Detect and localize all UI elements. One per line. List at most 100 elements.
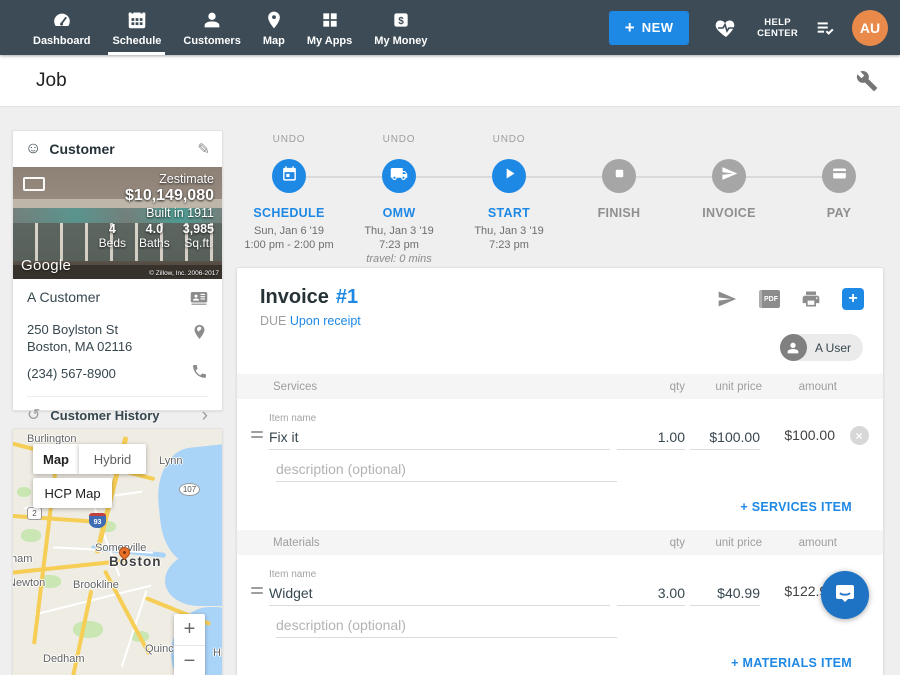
service-description-input[interactable] <box>276 456 617 482</box>
step-label: FINISH <box>564 206 674 220</box>
omw-step-button[interactable] <box>382 159 416 193</box>
material-unit-price-input[interactable] <box>690 580 760 606</box>
customers-icon <box>201 8 223 32</box>
zoom-in-button[interactable]: + <box>174 614 205 645</box>
invoice-card: Invoice #1 DUE Upon receipt PDF + A User <box>236 267 884 675</box>
property-photo: Zestimate $10,149,080 Built in 1911 4 Be… <box>13 167 222 279</box>
stat-label: Beds <box>99 236 126 250</box>
property-stats: 4 Beds 4.0 Baths 3,985 Sq.ft. <box>99 222 214 250</box>
material-description-input[interactable] <box>276 612 617 638</box>
timeline-step-invoice: INVOICE <box>674 134 784 266</box>
undo-start-link[interactable]: UNDO <box>454 134 564 150</box>
map-type-hybrid-button[interactable]: Hybrid <box>79 444 146 474</box>
timeline-step-pay: PAY <box>784 134 894 266</box>
map-label-waltham-clipped: ham <box>12 553 32 565</box>
heart-pulse-icon[interactable] <box>713 16 739 40</box>
schedule-step-button[interactable] <box>272 159 306 193</box>
zestimate-overlay: Zestimate $10,149,080 Built in 1911 4 Be… <box>99 172 214 250</box>
unit-price-column-header: unit price <box>692 537 762 549</box>
chat-messenger-button[interactable] <box>821 571 869 619</box>
map-zoom-controls: + − <box>174 614 205 675</box>
stat-value: 4.0 <box>139 222 170 236</box>
pay-step-button[interactable] <box>822 159 856 193</box>
due-terms-link[interactable]: Upon receipt <box>290 314 361 328</box>
route-107-shield: 107 <box>179 483 200 496</box>
dashboard-icon <box>50 8 74 32</box>
contact-card-icon <box>190 289 208 312</box>
stat-label: Sq.ft. <box>183 236 214 250</box>
assignee-chip[interactable]: A User <box>780 334 863 361</box>
built-year: Built in 1911 <box>99 206 214 220</box>
print-icon[interactable] <box>801 289 821 309</box>
add-materials-item-link[interactable]: + MATERIALS ITEM <box>731 656 852 670</box>
materials-title: Materials <box>237 537 617 549</box>
top-navigation: Dashboard Schedule Customers Map My Apps <box>0 0 900 55</box>
material-item-name-input[interactable] <box>269 580 610 606</box>
drag-handle[interactable] <box>251 431 269 450</box>
user-avatar[interactable]: AU <box>852 10 888 46</box>
timeline-step-omw: UNDO OMW Thu, Jan 3 '19 7:23 pm travel: … <box>344 134 454 266</box>
map-type-map-button[interactable]: Map <box>33 444 79 474</box>
spacer <box>784 134 894 150</box>
step-time: 7:23 pm <box>454 238 564 252</box>
nav-item-map[interactable]: Map <box>252 0 296 55</box>
map-label-boston: Boston <box>109 554 162 569</box>
finish-step-button[interactable] <box>602 159 636 193</box>
location-pin-icon[interactable] <box>191 321 208 345</box>
customer-address-row: 250 Boylston St Boston, MA 02116 <box>27 312 208 355</box>
step-label: INVOICE <box>674 206 784 220</box>
service-item-name-input[interactable] <box>269 424 610 450</box>
services-title: Services <box>237 381 617 393</box>
nav-item-my-apps[interactable]: My Apps <box>296 0 363 55</box>
nav-item-my-money[interactable]: $ My Money <box>363 0 438 55</box>
invoice-due-row: DUE Upon receipt <box>260 314 361 328</box>
money-icon: $ <box>391 8 411 32</box>
customer-address: 250 Boylston St Boston, MA 02116 <box>27 321 132 355</box>
hcp-map-button[interactable]: HCP Map <box>33 478 112 508</box>
task-list-check-icon[interactable] <box>812 17 838 39</box>
add-invoice-button[interactable]: + <box>842 288 864 310</box>
stop-icon <box>612 166 627 186</box>
remove-item-button[interactable]: × <box>850 426 869 445</box>
timeline-step-schedule: UNDO SCHEDULE Sun, Jan 6 '19 1:00 pm - 2… <box>234 134 344 266</box>
google-watermark: Google <box>21 257 71 274</box>
start-step-button[interactable] <box>492 159 526 193</box>
nav-item-customers[interactable]: Customers <box>172 0 251 55</box>
pdf-icon[interactable]: PDF <box>759 290 780 308</box>
map-label-lynn: Lynn <box>159 455 182 467</box>
material-item-row: Item name $122.97 <box>237 555 883 606</box>
undo-omw-link[interactable]: UNDO <box>344 134 454 150</box>
customer-name: A Customer <box>27 289 100 305</box>
send-invoice-icon[interactable] <box>716 289 738 309</box>
help-center-line2: CENTER <box>757 28 798 39</box>
zoom-out-button[interactable]: − <box>174 646 205 675</box>
invoice-step-button[interactable] <box>712 159 746 193</box>
step-travel-time: travel: 0 mins <box>344 252 454 266</box>
messenger-icon <box>833 581 857 610</box>
invoice-number[interactable]: #1 <box>336 286 358 309</box>
street-view-frame-icon <box>23 177 45 191</box>
service-qty-input[interactable] <box>617 424 685 450</box>
undo-schedule-link[interactable]: UNDO <box>234 134 344 150</box>
help-center-link[interactable]: HELP CENTER <box>757 17 798 39</box>
drag-handle[interactable] <box>251 587 269 606</box>
nav-label: Map <box>263 35 285 47</box>
stat-sqft: 3,985 Sq.ft. <box>183 222 214 250</box>
add-services-item-link[interactable]: + SERVICES ITEM <box>740 500 852 514</box>
nav-label: My Apps <box>307 35 352 47</box>
customer-name-row: A Customer <box>27 289 208 312</box>
service-unit-price-input[interactable] <box>690 424 760 450</box>
interstate-93-shield: 93 <box>89 513 106 528</box>
address-line2: Boston, MA 02116 <box>27 339 132 354</box>
svg-text:$: $ <box>398 16 404 27</box>
step-date: Sun, Jan 6 '19 <box>234 224 344 238</box>
nav-item-dashboard[interactable]: Dashboard <box>22 0 101 55</box>
phone-icon[interactable] <box>191 363 208 385</box>
credit-card-icon <box>831 165 848 187</box>
material-qty-input[interactable] <box>617 580 685 606</box>
job-settings-wrench-icon[interactable] <box>856 70 878 92</box>
nav-item-schedule[interactable]: Schedule <box>101 0 172 55</box>
new-button[interactable]: + NEW <box>609 11 689 45</box>
edit-pencil-icon[interactable]: ✎ <box>197 140 210 158</box>
step-detail: Sun, Jan 6 '19 1:00 pm - 2:00 pm <box>234 224 344 252</box>
